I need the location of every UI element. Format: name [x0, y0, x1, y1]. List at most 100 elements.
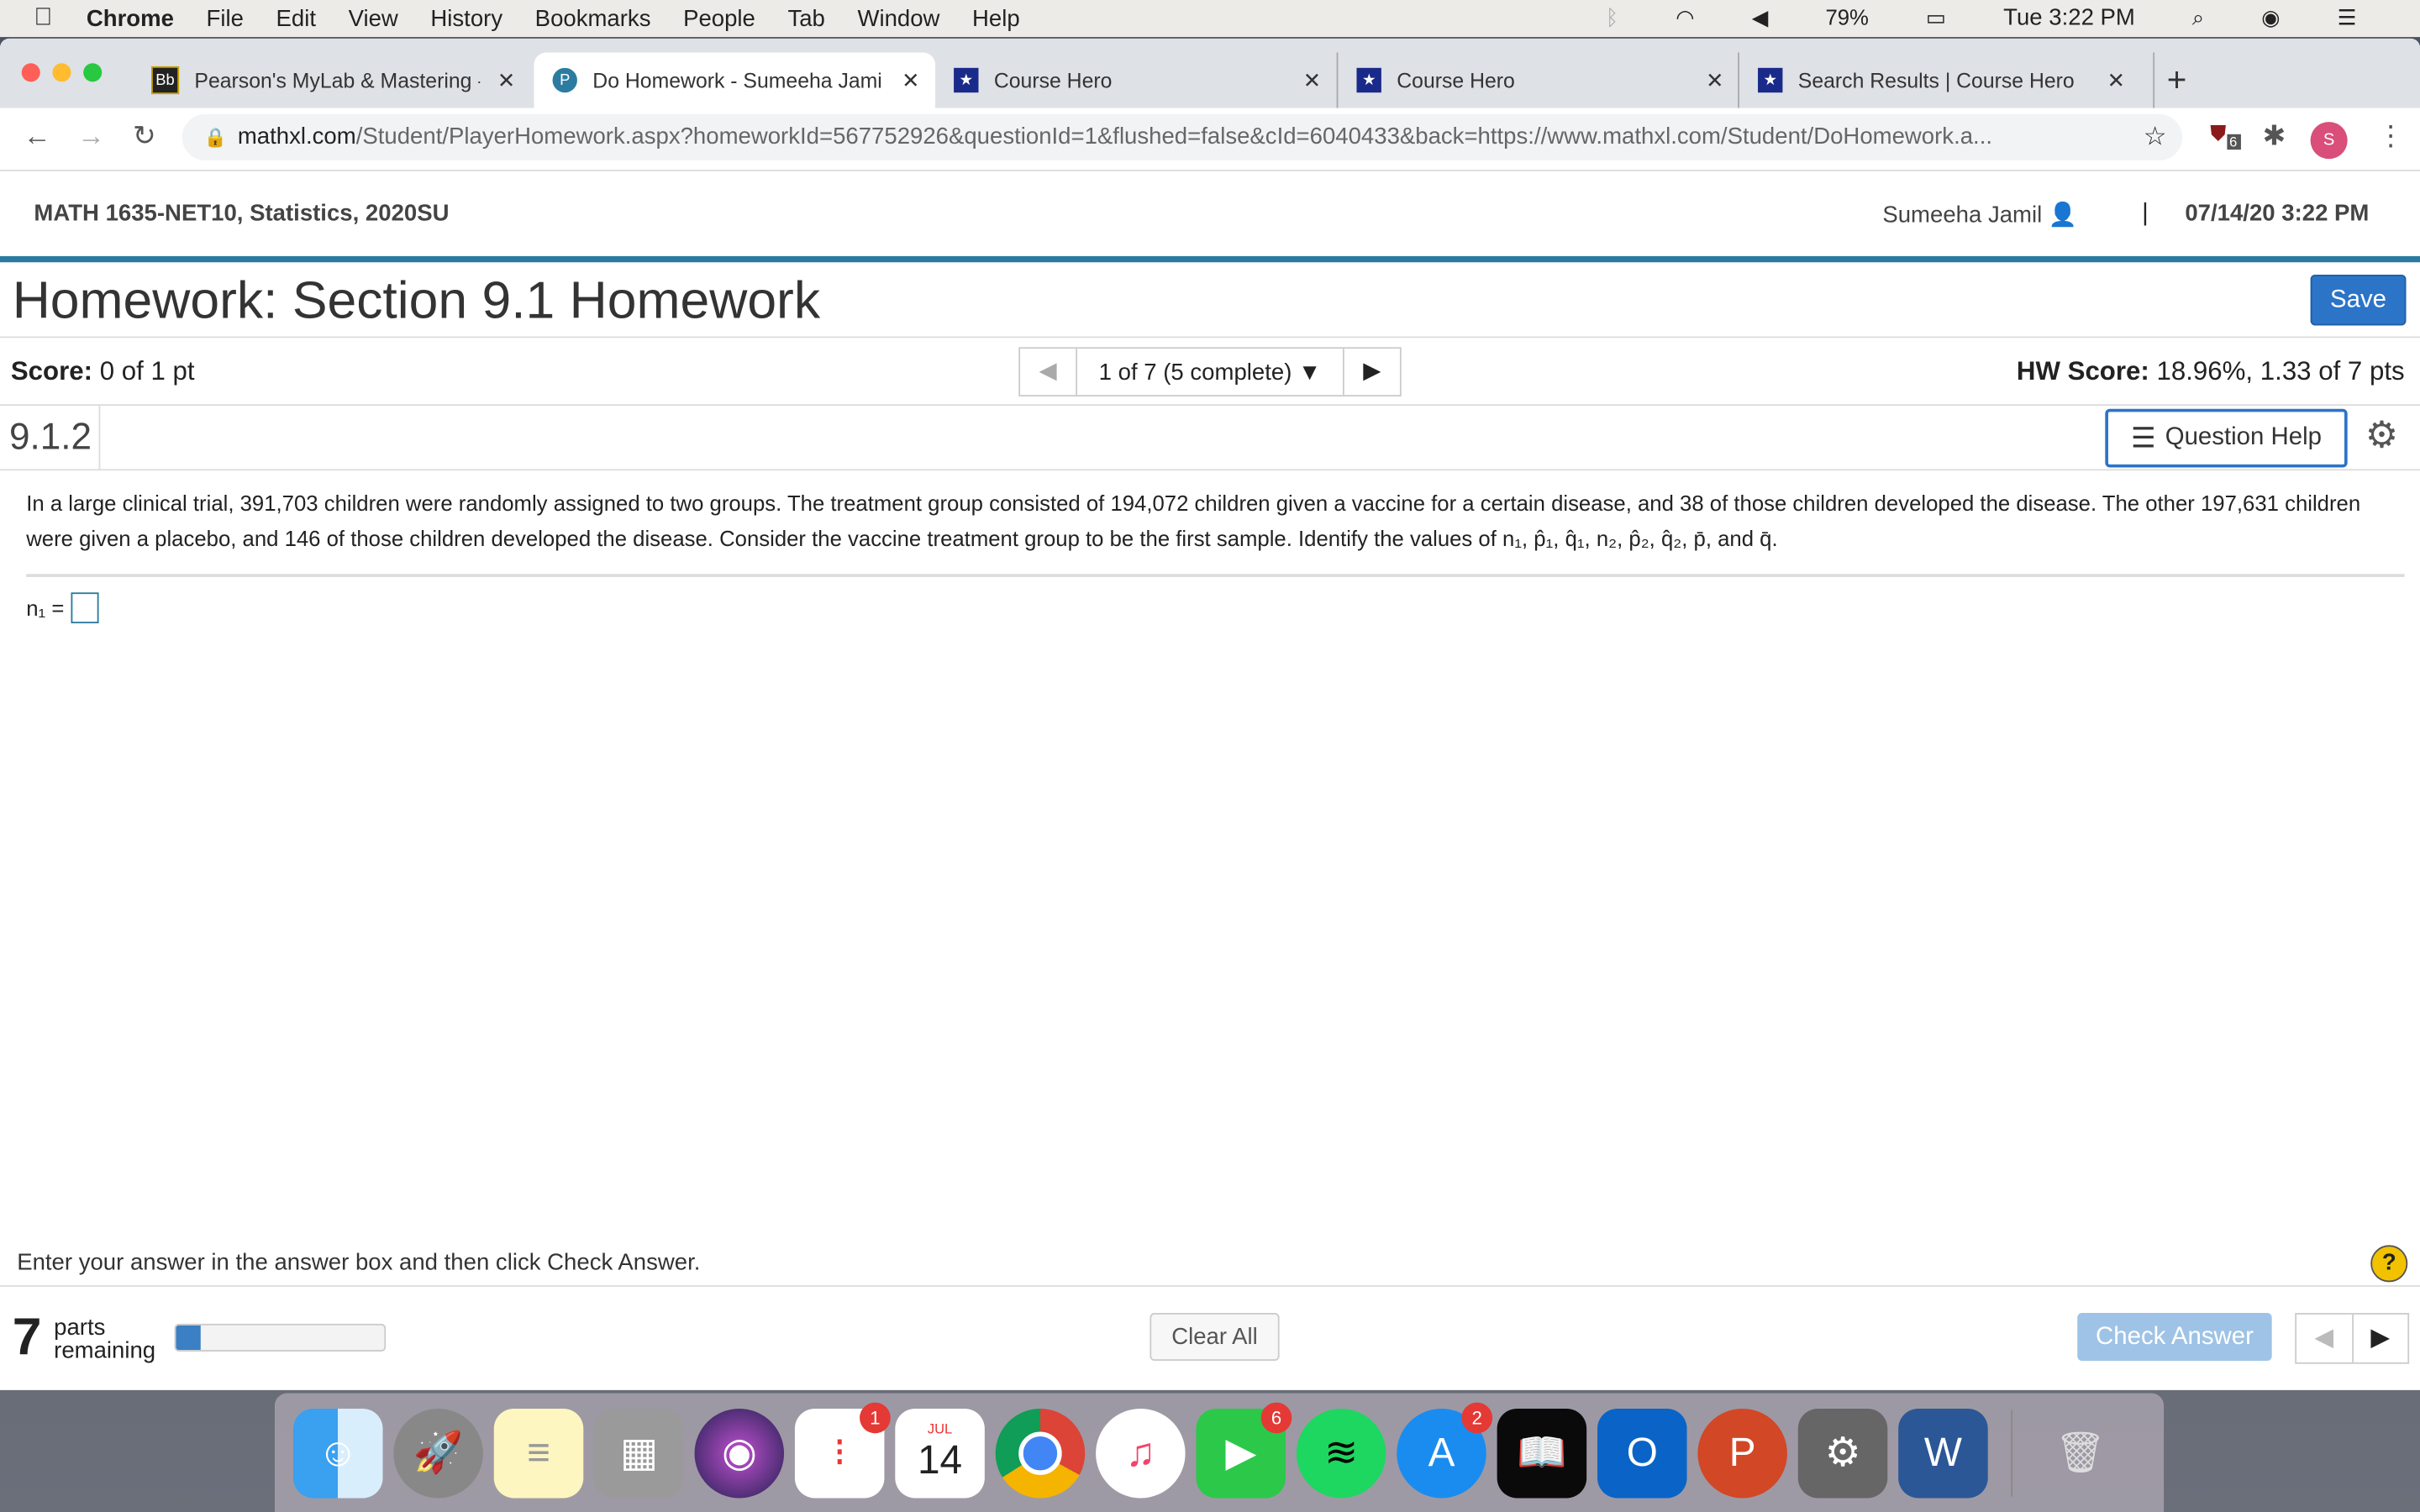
new-tab-button[interactable]: + [2153, 52, 2186, 108]
menu-app[interactable]: Chrome [87, 5, 174, 31]
n1-answer-input[interactable] [70, 592, 98, 624]
close-tab-icon[interactable]: ✕ [1303, 67, 1322, 93]
calendar-icon[interactable]: JUL 14 [895, 1408, 985, 1498]
course-hero-icon: ★ [954, 67, 979, 93]
tab-course-hero-2[interactable]: ★ Course Hero ✕ [1336, 52, 1739, 108]
course-hero-icon: ★ [1356, 67, 1381, 93]
address-bar[interactable]: 🔒 mathxl.com/Student/PlayerHomework.aspx… [182, 113, 2183, 161]
app-store-icon[interactable]: A2 [1397, 1401, 1493, 1498]
word-icon[interactable]: W [1898, 1408, 1988, 1498]
tab-strip: Bb Pearson's MyLab & Mastering - ✕ P Do … [0, 38, 2420, 108]
separator: | [2142, 200, 2149, 228]
menu-help[interactable]: Help [972, 5, 1020, 31]
bluetooth-icon[interactable]: ᛒ [1606, 5, 1618, 31]
profile-avatar[interactable]: S [2310, 122, 2348, 160]
siri-icon[interactable]: ◉ [694, 1408, 785, 1498]
reminders-icon[interactable]: ⁝ 1 [794, 1401, 891, 1498]
notification-center-icon[interactable]: ☰ [2338, 5, 2357, 31]
hw-score-value: 18.96%, 1.33 of 7 pts [2156, 356, 2405, 386]
close-tab-icon[interactable]: ✕ [1706, 67, 1724, 93]
user-icon: 👤 [2048, 202, 2078, 228]
extensions-puzzle-icon[interactable]: ✱ [2263, 120, 2286, 153]
battery-percent[interactable]: 79% [1825, 5, 1868, 31]
tab-do-homework[interactable]: P Do Homework - Sumeeha Jamil ✕ [534, 52, 936, 108]
footer-bar: 7 parts remaining Clear All Check Answer … [0, 1285, 2420, 1390]
kindle-icon[interactable]: 📖 [1497, 1408, 1587, 1498]
menu-file[interactable]: File [207, 5, 244, 31]
question-select[interactable]: 1 of 7 (5 complete) ▼ [1077, 359, 1343, 385]
reload-icon[interactable]: ↻ [133, 120, 156, 153]
dock: ☺ 🚀 ≡ ▦ ◉ ⁝ 1 JUL 14 ♫ ▶ 6 ≋ A2 📖 O P ⚙ W 🗑 [274, 1393, 2165, 1512]
parts-label: parts [54, 1313, 106, 1341]
gear-icon[interactable]: ⚙ [2365, 413, 2399, 458]
datetime: 07/14/20 3:22 PM [2185, 200, 2370, 228]
siri-icon[interactable]: ◉ [2261, 5, 2280, 31]
spotify-icon[interactable]: ≋ [1296, 1408, 1386, 1498]
menu-tab[interactable]: Tab [787, 5, 824, 31]
page-title: Homework: Section 9.1 Homework [12, 271, 821, 331]
minimize-window-button[interactable] [52, 63, 71, 82]
menu-view[interactable]: View [349, 5, 398, 31]
system-preferences-icon[interactable]: ⚙ [1797, 1408, 1888, 1498]
notes-icon[interactable]: ≡ [493, 1408, 584, 1498]
clock[interactable]: Tue 3:22 PM [2003, 5, 2135, 31]
zoom-window-button[interactable] [83, 63, 103, 82]
toolbar: ← → ↻ 🔒 mathxl.com/Student/PlayerHomewor… [0, 108, 2420, 171]
facetime-icon[interactable]: ▶ 6 [1196, 1401, 1292, 1498]
back-icon[interactable]: ← [24, 120, 51, 153]
menu-bookmarks[interactable]: Bookmarks [535, 5, 651, 31]
close-tab-icon[interactable]: ✕ [2107, 67, 2126, 93]
bookmark-star-icon[interactable]: ☆ [2144, 114, 2167, 160]
battery-icon[interactable]: ▭ [1926, 5, 1946, 31]
tab-course-hero-1[interactable]: ★ Course Hero ✕ [935, 52, 1337, 108]
save-button[interactable]: Save [2310, 274, 2407, 326]
blackboard-icon: Bb [151, 66, 180, 95]
homework-header: Homework: Section 9.1 Homework Save [0, 262, 2420, 339]
ublock-extension-icon[interactable]: ⛊ 6 [2210, 120, 2241, 150]
help-icon[interactable]: ? [2370, 1245, 2408, 1283]
check-answer-button[interactable]: Check Answer [2077, 1313, 2272, 1362]
next-question-button[interactable]: ▶ [1342, 349, 1400, 396]
menu-window[interactable]: Window [857, 5, 939, 31]
prev-part-button[interactable]: ◀ [2296, 1314, 2354, 1362]
tab-search-results[interactable]: ★ Search Results | Course Hero ✕ [1738, 52, 2140, 108]
lock-icon: 🔒 [203, 126, 227, 149]
forward-icon[interactable]: → [77, 120, 105, 153]
apple-icon[interactable]:  [34, 5, 52, 33]
close-window-button[interactable] [21, 63, 40, 82]
trash-icon[interactable]: 🗑 [2036, 1408, 2126, 1498]
music-icon[interactable]: ♫ [1096, 1408, 1186, 1498]
chrome-icon[interactable] [995, 1408, 1086, 1498]
finder-icon[interactable]: ☺ [292, 1408, 383, 1498]
score-bar: Score: 0 of 1 pt ◀ 1 of 7 (5 complete) ▼… [0, 338, 2420, 407]
question-header: 9.1.2 ☰ Question Help ⚙ [0, 406, 2420, 471]
course-title: MATH 1635-NET10, Statistics, 2020SU [34, 200, 450, 228]
mac-menubar:  Chrome File Edit View History Bookmark… [0, 0, 2420, 38]
menu-edit[interactable]: Edit [276, 5, 316, 31]
spotlight-icon[interactable]: ⌕ [2192, 5, 2204, 31]
score-label: Score: [10, 356, 93, 386]
close-tab-icon[interactable]: ✕ [902, 67, 920, 93]
launchpad-icon[interactable]: 🚀 [393, 1408, 483, 1498]
answer-row: n₁ = [26, 592, 2394, 624]
close-tab-icon[interactable]: ✕ [497, 67, 516, 93]
volume-icon[interactable]: ◀ [1752, 5, 1769, 31]
question-help-button[interactable]: ☰ Question Help [2105, 408, 2348, 468]
score-value: 0 of 1 pt [99, 356, 195, 386]
facetime-badge: 6 [1260, 1401, 1292, 1433]
user-name[interactable]: Sumeeha Jamil [1882, 202, 2042, 228]
prev-question-button[interactable]: ◀ [1020, 349, 1078, 396]
outlook-icon[interactable]: O [1597, 1408, 1687, 1498]
wifi-icon[interactable]: ◠ [1676, 5, 1694, 31]
tab-pearson[interactable]: Bb Pearson's MyLab & Mastering - ✕ [133, 52, 531, 108]
browser-window: Bb Pearson's MyLab & Mastering - ✕ P Do … [0, 38, 2420, 1390]
next-part-button[interactable]: ▶ [2353, 1315, 2407, 1362]
clear-all-button[interactable]: Clear All [1150, 1313, 1280, 1362]
calculator-icon[interactable]: ▦ [594, 1408, 684, 1498]
instruction-text: Enter your answer in the answer box and … [17, 1249, 701, 1276]
menu-people[interactable]: People [683, 5, 755, 31]
menu-history[interactable]: History [430, 5, 502, 31]
course-hero-icon: ★ [1758, 67, 1783, 93]
chrome-menu-icon[interactable]: ⋮ [2377, 120, 2405, 153]
powerpoint-icon[interactable]: P [1697, 1408, 1787, 1498]
